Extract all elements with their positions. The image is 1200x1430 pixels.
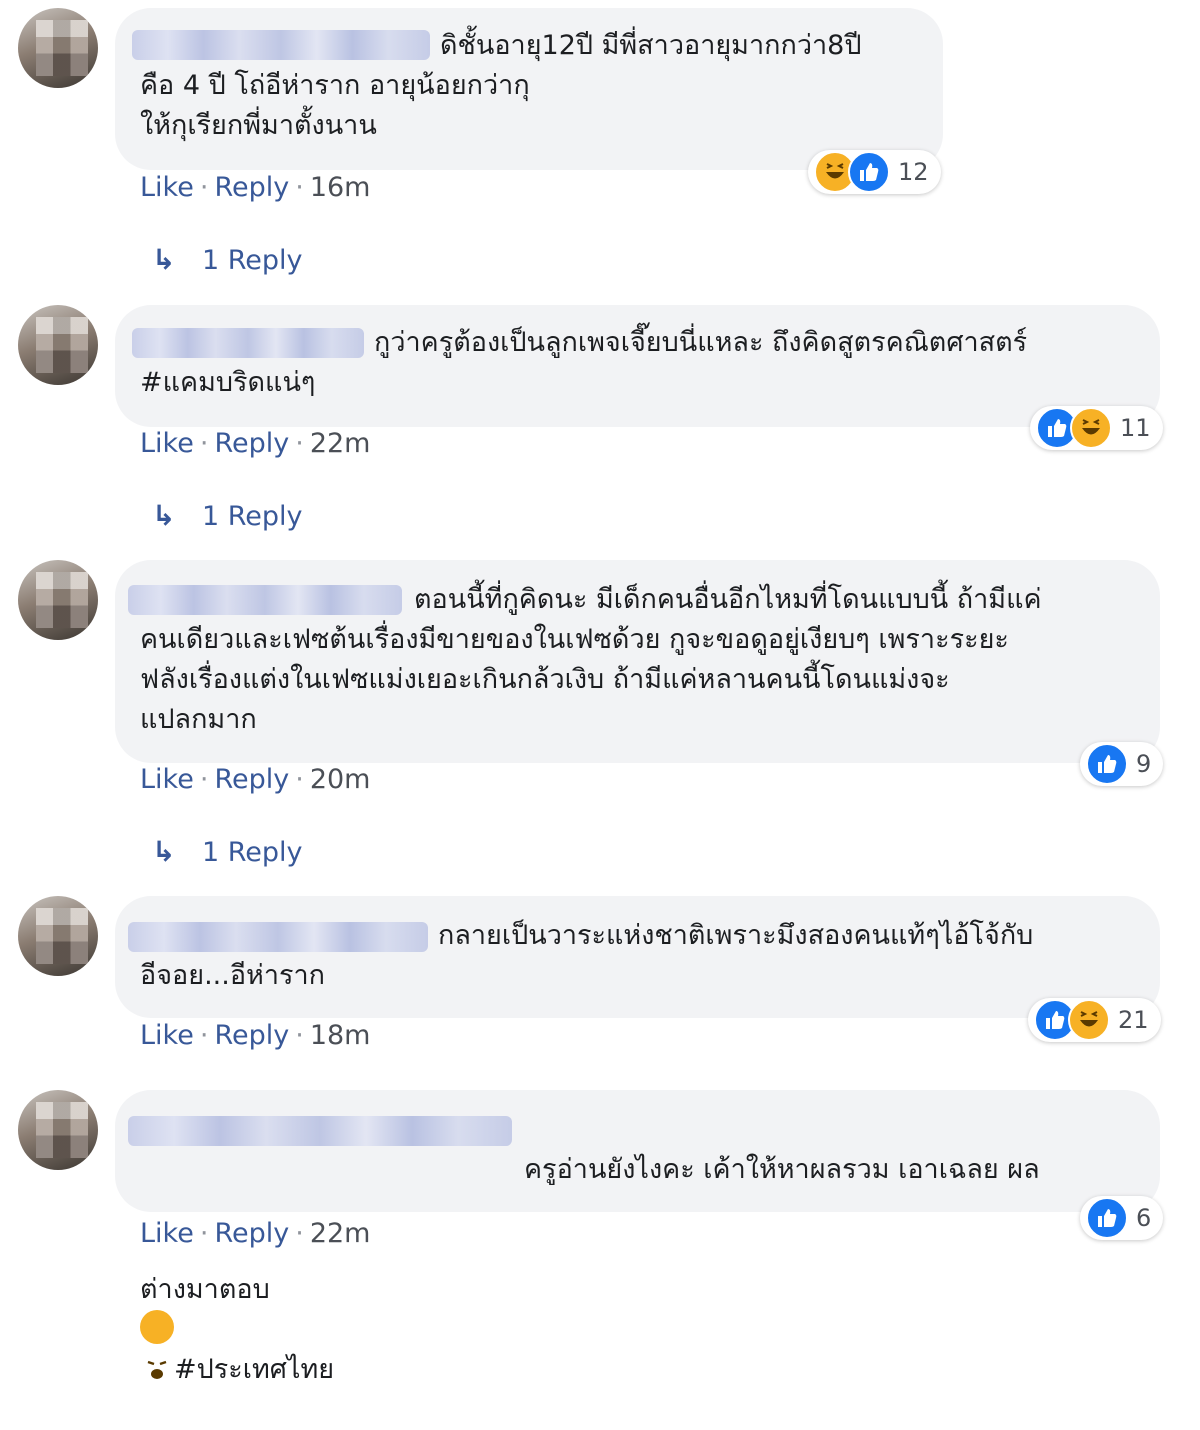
reaction-summary[interactable]: 12	[808, 150, 941, 194]
separator: ·	[295, 1020, 304, 1051]
separator: ·	[199, 1218, 209, 1249]
reply-arrow-icon: ↳	[152, 835, 176, 868]
reply-button[interactable]: Reply	[214, 1218, 289, 1249]
reaction-summary[interactable]: 21	[1028, 998, 1161, 1042]
comment-text: กูว่าครูต้องเป็นลูกเพจเจี๊ยบนี่แหละ ถึงค…	[140, 327, 1028, 398]
replies-count-label[interactable]: 1 Reply	[202, 501, 303, 532]
replies-count-label[interactable]: 1 Reply	[202, 245, 303, 276]
separator: ·	[295, 428, 304, 459]
like-button[interactable]: Like	[140, 764, 194, 795]
comment-text: ครูอ่านยังไงคะ เค้าให้หาผลรวม เอาเฉลย ผล…	[140, 1110, 1150, 1430]
comment-actions: Like · Reply · 18m	[140, 1020, 370, 1051]
reply-button[interactable]: Reply	[214, 172, 289, 203]
comment-actions: Like · Reply · 16m	[140, 172, 370, 203]
comment-text-part: ต่างมาตอบ	[140, 1274, 270, 1305]
reaction-count: 21	[1118, 1006, 1149, 1034]
reaction-count: 11	[1120, 414, 1151, 442]
comment-actions: Like · Reply · 22m	[140, 1218, 370, 1249]
timestamp[interactable]: 16m	[310, 172, 371, 203]
separator: ·	[199, 1020, 209, 1051]
avatar[interactable]	[18, 8, 98, 88]
like-button[interactable]: Like	[140, 1218, 194, 1249]
view-replies-link[interactable]: ↳ 1 Reply	[152, 499, 303, 532]
reply-button[interactable]: Reply	[214, 764, 289, 795]
separator: ·	[199, 172, 209, 203]
comment-text-line-2: ต่างมาตอบ #ประเทศไทย	[140, 1230, 1150, 1390]
like-button[interactable]: Like	[140, 1020, 194, 1051]
separator: ·	[295, 1218, 304, 1249]
avatar[interactable]	[18, 560, 98, 640]
reaction-count: 12	[898, 158, 929, 186]
reply-button[interactable]: Reply	[214, 428, 289, 459]
separator: ·	[295, 172, 304, 203]
like-button[interactable]: Like	[140, 172, 194, 203]
reaction-summary[interactable]: 6	[1080, 1196, 1164, 1240]
comment-text: กลายเป็นวาระแห่งชาติเพราะมึงสองคนแท้ๆไอ้…	[140, 920, 1034, 991]
comment-actions: Like · Reply · 20m	[140, 764, 370, 795]
avatar[interactable]	[18, 896, 98, 976]
avatar[interactable]	[18, 305, 98, 385]
comment-text: ดิชั้นอายุ12ปี มีพี่สาวอายุมากกว่า8ปี คื…	[140, 30, 862, 141]
avatar[interactable]	[18, 1090, 98, 1170]
reaction-summary[interactable]: 11	[1030, 406, 1163, 450]
timestamp[interactable]: 22m	[310, 428, 371, 459]
haha-reaction-icon	[1068, 999, 1110, 1041]
comment-actions: Like · Reply · 22m	[140, 428, 370, 459]
reaction-summary[interactable]: 9	[1080, 742, 1164, 786]
reply-arrow-icon: ↳	[152, 499, 176, 532]
tired-face-emoji-icon	[140, 1310, 174, 1379]
reaction-count: 9	[1136, 750, 1152, 778]
reply-arrow-icon: ↳	[152, 243, 176, 276]
replies-count-label[interactable]: 1 Reply	[202, 837, 303, 868]
timestamp[interactable]: 18m	[310, 1020, 371, 1051]
reaction-count: 6	[1136, 1204, 1152, 1232]
separator: ·	[199, 764, 209, 795]
hashtag-link[interactable]: #ประเทศไทย	[174, 1354, 334, 1385]
like-reaction-icon	[1086, 1197, 1128, 1239]
view-replies-link[interactable]: ↳ 1 Reply	[152, 835, 303, 868]
timestamp[interactable]: 22m	[310, 1218, 371, 1249]
view-replies-link[interactable]: ↳ 1 Reply	[152, 243, 303, 276]
haha-reaction-icon	[1070, 407, 1112, 449]
comment-text: ตอนนี้ที่กูคิดนะ มีเด็กคนอื่นอีกไหมที่โด…	[140, 584, 1042, 735]
separator: ·	[295, 764, 304, 795]
comment-text-line-1: ครูอ่านยังไงคะ เค้าให้หาผลรวม เอาเฉลย ผล	[524, 1154, 1040, 1185]
separator: ·	[199, 428, 209, 459]
like-reaction-icon	[1086, 743, 1128, 785]
like-reaction-icon	[848, 151, 890, 193]
like-button[interactable]: Like	[140, 428, 194, 459]
reply-button[interactable]: Reply	[214, 1020, 289, 1051]
timestamp[interactable]: 20m	[310, 764, 371, 795]
